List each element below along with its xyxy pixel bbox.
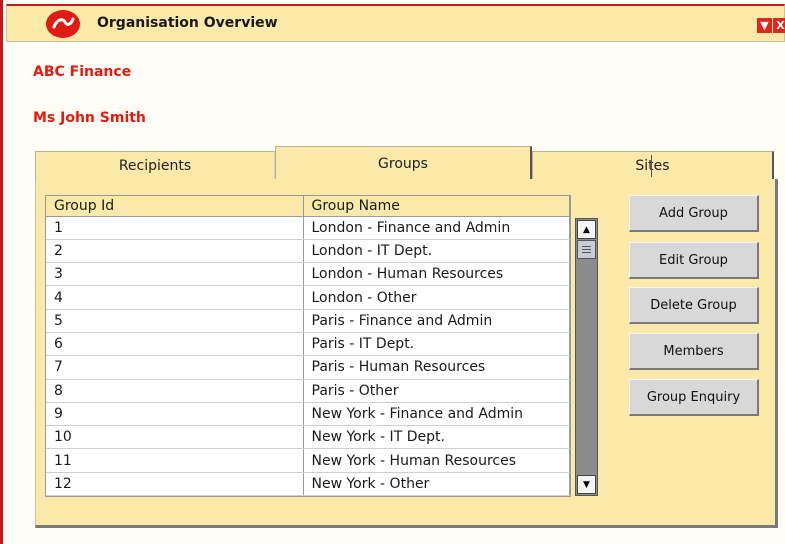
group-id-cell: 4: [46, 285, 304, 310]
table-row[interactable]: 1 London - Finance and Admin: [46, 216, 570, 240]
grid-header-row: Group Id Group Name: [46, 196, 570, 217]
brand-logo-icon: [46, 10, 80, 38]
group-name-cell: New York - Other: [303, 472, 570, 497]
group-id-cell: 1: [46, 216, 304, 240]
group-id-cell: 10: [46, 425, 304, 450]
group-id-cell: 7: [46, 355, 304, 380]
scroll-thumb[interactable]: [577, 240, 596, 259]
group-id-cell: 6: [46, 332, 304, 357]
group-name-cell: London - IT Dept.: [303, 239, 570, 264]
group-name-cell: Paris - Human Resources: [303, 355, 570, 380]
grip-line: [582, 252, 591, 253]
table-row[interactable]: 8 Paris - Other: [46, 379, 570, 403]
grip-line: [582, 249, 591, 250]
group-name-cell: Paris - Finance and Admin: [303, 309, 570, 333]
group-id-cell: 3: [46, 262, 304, 287]
group-id-cell: 2: [46, 239, 304, 264]
group-id-cell: 8: [46, 379, 304, 403]
tab-recipients[interactable]: Recipients: [35, 151, 275, 179]
close-icon[interactable]: X: [773, 18, 785, 33]
group-id-cell: 9: [46, 402, 304, 427]
group-name-cell: Paris - IT Dept.: [303, 332, 570, 357]
table-row[interactable]: 10 New York - IT Dept.: [46, 425, 570, 450]
window-title: Organisation Overview: [97, 15, 278, 31]
tab-groups[interactable]: Groups: [275, 146, 532, 180]
group-enquiry-button[interactable]: Group Enquiry: [629, 379, 759, 416]
table-row[interactable]: 3 London - Human Resources: [46, 262, 570, 287]
table-row[interactable]: 4 London - Other: [46, 285, 570, 310]
group-name-cell: London - Finance and Admin: [303, 216, 570, 240]
groups-grid: Group Id Group Name 1 London - Finance an…: [45, 195, 571, 497]
column-header-group-name[interactable]: Group Name: [303, 196, 570, 217]
scroll-up-icon[interactable]: ▲: [577, 220, 596, 239]
group-name-cell: New York - Finance and Admin: [303, 402, 570, 427]
group-name-cell: New York - IT Dept.: [303, 425, 570, 450]
table-row[interactable]: 12 New York - Other: [46, 472, 570, 497]
contact-name: Ms John Smith: [33, 110, 146, 126]
grip-line: [582, 246, 591, 247]
organisation-overview-window: Organisation Overview ▼ X ABC Finance Ms…: [0, 0, 785, 544]
group-id-cell: 12: [46, 472, 304, 497]
table-row[interactable]: 11 New York - Human Resources: [46, 448, 570, 473]
table-row[interactable]: 2 London - IT Dept.: [46, 239, 570, 264]
title-bar: Organisation Overview ▼ X: [6, 4, 785, 42]
group-name-cell: London - Human Resources: [303, 262, 570, 287]
group-id-cell: 5: [46, 309, 304, 333]
grid-scrollbar[interactable]: ▲ ▼: [575, 218, 598, 496]
group-name-cell: London - Other: [303, 285, 570, 310]
delete-group-button[interactable]: Delete Group: [629, 287, 759, 324]
scroll-down-icon[interactable]: ▼: [577, 475, 596, 494]
tab-sites[interactable]: Sites: [532, 151, 774, 179]
table-row[interactable]: 9 New York - Finance and Admin: [46, 402, 570, 427]
minimize-icon[interactable]: ▼: [757, 18, 772, 33]
group-name-cell: Paris - Other: [303, 379, 570, 403]
table-row[interactable]: 7 Paris - Human Resources: [46, 355, 570, 380]
company-name: ABC Finance: [33, 64, 132, 80]
members-button[interactable]: Members: [629, 333, 759, 370]
tab-divider: [651, 155, 652, 177]
column-header-group-id[interactable]: Group Id: [46, 196, 304, 217]
table-row[interactable]: 6 Paris - IT Dept.: [46, 332, 570, 357]
add-group-button[interactable]: Add Group: [629, 195, 759, 232]
group-id-cell: 11: [46, 448, 304, 473]
edit-group-button[interactable]: Edit Group: [629, 242, 759, 279]
table-row[interactable]: 5 Paris - Finance and Admin: [46, 309, 570, 333]
group-name-cell: New York - Human Resources: [303, 448, 570, 473]
